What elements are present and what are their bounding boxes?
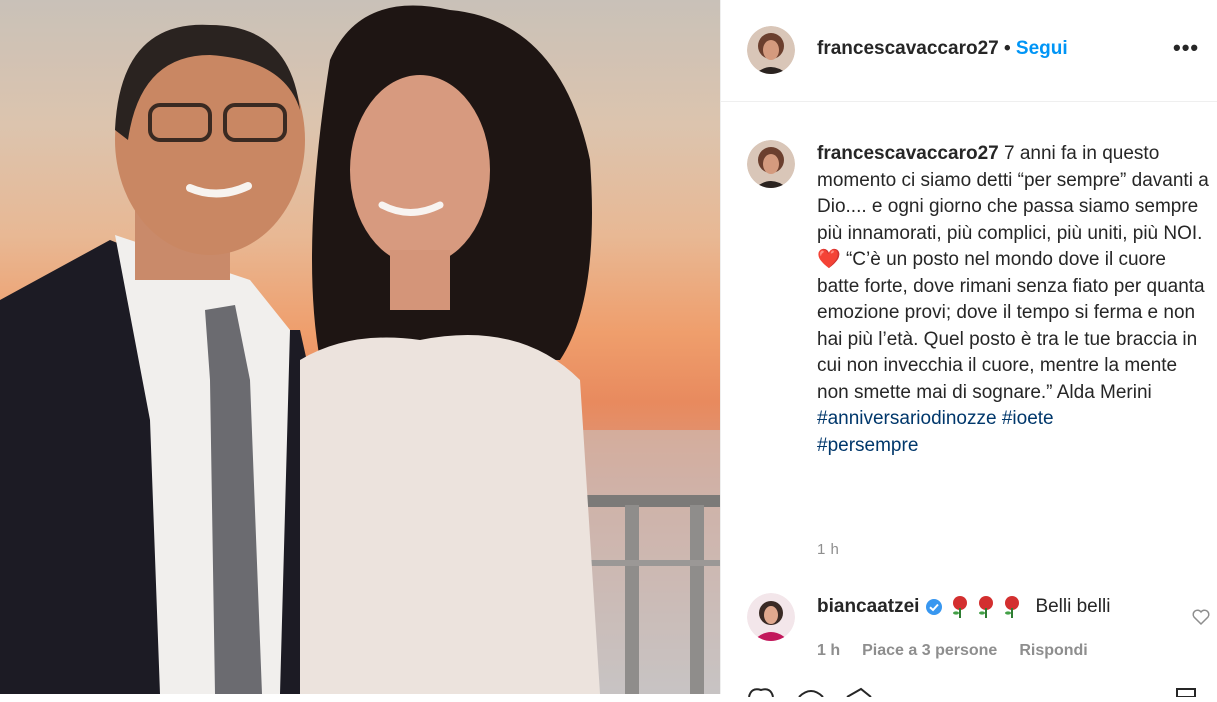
- author-username[interactable]: francescavaccaro27: [817, 38, 999, 59]
- share-icon: [846, 687, 872, 698]
- commenter-avatar[interactable]: [747, 593, 795, 641]
- verified-badge-icon: [926, 599, 943, 615]
- caption-username[interactable]: francescavaccaro27: [817, 143, 999, 164]
- post-details-panel: francescavaccaro27 • Segui ••• francesca…: [720, 0, 1217, 698]
- photo-illustration: [0, 5, 720, 694]
- action-icons: [748, 687, 1196, 698]
- hashtag-link[interactable]: #persempre: [817, 435, 918, 456]
- rose-emoji-icon: [979, 596, 994, 618]
- save-icon: [1176, 688, 1196, 698]
- more-options-icon[interactable]: •••: [1173, 35, 1199, 61]
- action-bar: [721, 684, 1217, 698]
- hashtag-link[interactable]: #ioete: [1002, 408, 1054, 429]
- like-icon: [748, 688, 774, 698]
- comment-icon: [798, 690, 824, 698]
- post-photo[interactable]: [0, 0, 720, 694]
- rose-emoji-icon: [1005, 596, 1020, 618]
- avatar-image: [747, 140, 795, 188]
- separator-dot: •: [1003, 38, 1011, 59]
- comment-line: biancaatzei Belli belli: [817, 595, 1110, 619]
- avatar-image: [747, 26, 795, 74]
- instagram-post: francescavaccaro27 • Segui ••• francesca…: [0, 0, 1217, 698]
- post-header: francescavaccaro27 • Segui •••: [721, 0, 1217, 102]
- commenter-username[interactable]: biancaatzei: [817, 596, 919, 618]
- follow-button[interactable]: Segui: [1016, 38, 1068, 59]
- author-avatar[interactable]: [747, 26, 795, 74]
- reply-button[interactable]: Rispondi: [1019, 642, 1087, 660]
- caption-text-2: “C’è un posto nel mondo dove il cuore ba…: [817, 249, 1205, 403]
- hashtag-link[interactable]: #anniversariodinozze: [817, 408, 997, 429]
- comment-text: Belli belli: [1035, 596, 1111, 617]
- post-caption: francescavaccaro27 7 anni fa in questo m…: [817, 141, 1212, 459]
- comment-timestamp[interactable]: 1 h: [817, 642, 840, 660]
- caption-author-avatar[interactable]: [747, 140, 795, 188]
- like-comment-heart-icon[interactable]: [1191, 608, 1211, 626]
- caption-timestamp[interactable]: 1 h: [817, 541, 839, 558]
- header-user-line: francescavaccaro27 • Segui: [817, 38, 1068, 60]
- rose-emoji-icon: [953, 596, 968, 618]
- heart-emoji-icon: ❤️: [817, 249, 841, 270]
- comment-meta: 1 h Piace a 3 persone Rispondi: [817, 642, 1088, 660]
- avatar-image: [747, 593, 795, 641]
- comment-likes-count[interactable]: Piace a 3 persone: [862, 642, 997, 660]
